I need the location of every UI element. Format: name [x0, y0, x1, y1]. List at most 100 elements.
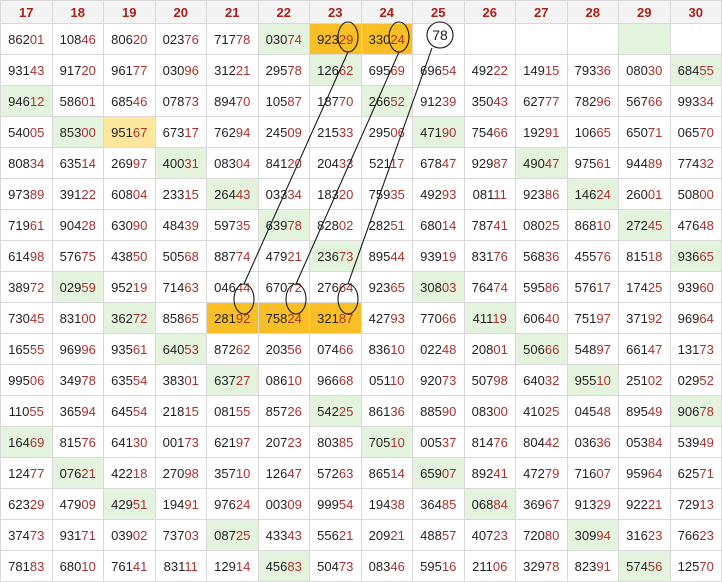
number-prefix: 455: [574, 248, 597, 264]
last-two-digits: 63: [338, 465, 354, 481]
result-cell: 67072: [257, 271, 310, 303]
last-two-digits: 44: [235, 279, 251, 295]
last-two-digits: 07: [596, 465, 611, 481]
result-cell: 21815: [154, 395, 207, 427]
result-cell: 53949: [669, 426, 722, 458]
result-cell: 37192: [618, 302, 671, 334]
table-row: 16555 96996 93561 64053 87262 20356 07466 83610…: [0, 333, 722, 365]
result-cell: 48857: [412, 519, 465, 551]
number-prefix: 068: [471, 496, 494, 512]
number-prefix: 086: [265, 372, 288, 388]
last-two-digits: 27: [235, 372, 251, 388]
result-cell: 57456: [618, 550, 671, 582]
result-cell: 69569: [360, 54, 413, 86]
number-prefix: 045: [574, 403, 597, 419]
last-two-digits: 11: [184, 558, 198, 574]
number-prefix: 126: [317, 62, 339, 78]
number-prefix: 923: [368, 279, 391, 295]
result-cell: 93960: [669, 271, 722, 303]
result-cell: 83111: [154, 550, 207, 582]
number-prefix: 861: [368, 403, 391, 419]
result-cell: 54005: [0, 116, 53, 148]
last-two-digits: 18: [647, 248, 663, 264]
table-row: 78183 68010 76141 83111 12914 45683 50473 08346…: [0, 550, 722, 582]
last-two-digits: 17: [389, 155, 405, 171]
column-header: 21: [206, 0, 259, 24]
last-two-digits: 48: [699, 217, 714, 233]
last-two-digits: 97: [596, 341, 611, 357]
last-two-digits: 46: [390, 558, 405, 574]
last-two-digits: 72: [132, 310, 148, 326]
number-prefix: 976: [214, 496, 236, 512]
number-prefix: 774: [677, 155, 700, 171]
table-row: 38972 02959 95219 71463 04644 67072 27664 92365…: [0, 271, 722, 303]
number-prefix: 815: [626, 248, 648, 264]
result-cell: 47190: [412, 116, 465, 148]
number-prefix: 684: [677, 62, 700, 78]
number-prefix: 203: [265, 341, 288, 357]
number-prefix: 574: [626, 558, 648, 574]
result-cell: 58601: [51, 85, 104, 117]
result-cell: 19291: [515, 116, 568, 148]
column-header: 28: [566, 0, 619, 24]
last-two-digits: 15: [184, 186, 199, 202]
number-prefix: 865: [368, 465, 391, 481]
last-two-digits: 78: [235, 31, 251, 47]
last-two-digits: 98: [184, 465, 199, 481]
number-prefix: 479: [265, 248, 288, 264]
number-prefix: 868: [574, 217, 597, 233]
last-two-digits: 64: [338, 279, 354, 295]
result-cell: 04644: [206, 271, 259, 303]
result-cell: 70510: [360, 426, 413, 458]
result-cell: 81476: [463, 426, 516, 458]
last-two-digits: 40: [544, 310, 560, 326]
column-header: 22: [257, 0, 310, 24]
number-prefix: 999: [317, 496, 339, 512]
number-prefix: 955: [574, 372, 597, 388]
last-two-digits: 22: [81, 186, 96, 202]
number-prefix: 961: [111, 62, 133, 78]
number-prefix: 904: [59, 217, 82, 233]
last-two-digits: 36: [544, 248, 560, 264]
number-prefix: 606: [523, 310, 545, 326]
number-prefix: 539: [677, 434, 700, 450]
result-cell: 20356: [257, 333, 310, 365]
number-prefix: 149: [523, 62, 545, 78]
last-two-digits: 10: [596, 217, 611, 233]
number-prefix: 637: [214, 372, 236, 388]
result-cell: 12662: [309, 54, 362, 86]
number-prefix: 046: [214, 279, 236, 295]
number-prefix: 433: [265, 527, 288, 543]
number-prefix: 872: [214, 341, 236, 357]
table-row: 37473 93171 03902 73703 08725 43343 55621 20921…: [0, 519, 722, 551]
result-cell: 67847: [412, 147, 465, 179]
number-prefix: 264: [214, 186, 236, 202]
last-two-digits: 57: [441, 527, 457, 543]
number-prefix: 488: [420, 527, 442, 543]
result-cell: 92073: [412, 364, 465, 396]
last-two-digits: 53: [184, 341, 199, 357]
result-cell: 03636: [566, 426, 619, 458]
result-cell: 29506: [360, 116, 413, 148]
result-cell: 21106: [463, 550, 516, 582]
result-cell: 03096: [154, 54, 207, 86]
number-prefix: 492: [420, 186, 442, 202]
number-prefix: 952: [111, 279, 133, 295]
result-cell: 71778: [206, 23, 259, 55]
result-cell: 02952: [669, 364, 722, 396]
result-cell: 93561: [103, 333, 156, 365]
result-cell: 65071: [618, 116, 671, 148]
result-cell: 61498: [0, 240, 53, 272]
result-cell: 81518: [618, 240, 671, 272]
result-cell: 71463: [154, 271, 207, 303]
last-two-digits: 01: [493, 341, 508, 357]
result-cell: 95167: [103, 116, 156, 148]
last-two-digits: 77: [29, 465, 45, 481]
last-two-digits: 28: [81, 217, 96, 233]
number-prefix: 236: [317, 248, 339, 264]
last-two-digits: 61: [132, 341, 148, 357]
result-cell: 63727: [206, 364, 259, 396]
number-prefix: 913: [574, 496, 597, 512]
result-cell: 14915: [515, 54, 568, 86]
number-prefix: 946: [8, 93, 30, 109]
